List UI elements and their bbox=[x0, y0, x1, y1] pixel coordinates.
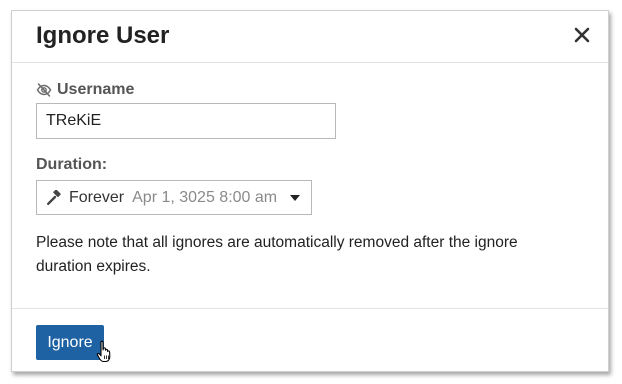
dialog-body: Username Duration: Forever Apr 1, 3025 8… bbox=[12, 63, 608, 309]
caret-down-icon bbox=[290, 195, 300, 201]
duration-selected-value: Forever bbox=[69, 188, 125, 206]
duration-expiry-date: Apr 1, 3025 8:00 am bbox=[132, 188, 278, 206]
ignore-user-dialog: Ignore User Username Duration: Forever A… bbox=[11, 10, 609, 372]
gavel-icon bbox=[47, 189, 61, 205]
ignore-button[interactable]: Ignore bbox=[36, 325, 104, 360]
ignore-note: Please note that all ignores are automat… bbox=[36, 234, 518, 275]
username-label-text: Username bbox=[57, 81, 135, 98]
close-icon bbox=[574, 27, 590, 43]
dialog-footer: Ignore bbox=[12, 308, 608, 371]
eye-slash-icon bbox=[36, 83, 52, 97]
dialog-header: Ignore User bbox=[12, 11, 608, 63]
username-input[interactable] bbox=[36, 103, 336, 139]
close-button[interactable] bbox=[570, 23, 594, 47]
duration-select[interactable]: Forever Apr 1, 3025 8:00 am bbox=[36, 180, 312, 215]
dialog-title: Ignore User bbox=[36, 22, 170, 49]
username-label: Username bbox=[36, 80, 134, 100]
duration-label: Duration: bbox=[36, 156, 108, 173]
